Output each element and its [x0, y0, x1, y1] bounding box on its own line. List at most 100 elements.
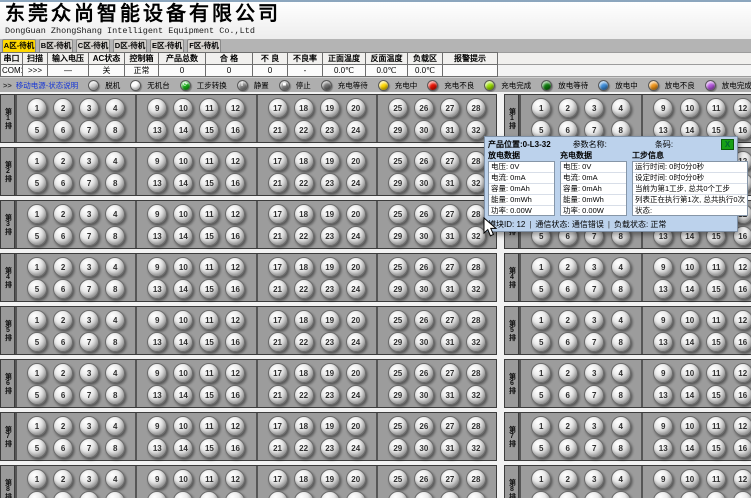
cell-circle[interactable]: 9: [147, 257, 167, 277]
cell-circle[interactable]: 5: [27, 332, 47, 352]
cell-circle[interactable]: 23: [320, 173, 340, 193]
cell-circle[interactable]: 30: [414, 279, 434, 299]
cell-circle[interactable]: 15: [199, 332, 219, 352]
cell-circle[interactable]: 31: [440, 491, 460, 498]
cell-circle[interactable]: 24: [346, 226, 366, 246]
cell-circle[interactable]: 20: [346, 363, 366, 383]
cell-circle[interactable]: 7: [584, 332, 604, 352]
cell-circle[interactable]: 31: [440, 385, 460, 405]
cell-circle[interactable]: 6: [53, 173, 73, 193]
cell-circle[interactable]: 5: [531, 491, 551, 498]
cell-circle[interactable]: 25: [388, 151, 408, 171]
cell-circle[interactable]: 21: [268, 438, 288, 458]
cell-circle[interactable]: 5: [531, 438, 551, 458]
cell-circle[interactable]: 12: [733, 416, 751, 436]
cell-circle[interactable]: 15: [199, 120, 219, 140]
cell-circle[interactable]: 21: [268, 120, 288, 140]
cell-circle[interactable]: 30: [414, 438, 434, 458]
cell-circle[interactable]: 15: [199, 385, 219, 405]
cell-circle[interactable]: 3: [79, 98, 99, 118]
cell-circle[interactable]: 19: [320, 151, 340, 171]
cell-circle[interactable]: 3: [584, 469, 604, 489]
cell-circle[interactable]: 16: [225, 332, 245, 352]
cell-circle[interactable]: 18: [294, 98, 314, 118]
cell-circle[interactable]: 2: [53, 151, 73, 171]
cell-circle[interactable]: 29: [388, 120, 408, 140]
cell-circle[interactable]: 10: [680, 257, 700, 277]
cell-circle[interactable]: 5: [27, 226, 47, 246]
cell-circle[interactable]: 16: [733, 438, 751, 458]
cell-circle[interactable]: 8: [611, 279, 631, 299]
cell-circle[interactable]: 16: [225, 120, 245, 140]
cell-circle[interactable]: 11: [706, 469, 726, 489]
cell-circle[interactable]: 16: [733, 279, 751, 299]
cell-circle[interactable]: 1: [531, 98, 551, 118]
tab-zone-B[interactable]: B区-待机: [39, 39, 73, 52]
cell-circle[interactable]: 18: [294, 151, 314, 171]
cell-circle[interactable]: 6: [558, 332, 578, 352]
cell-circle[interactable]: 12: [733, 363, 751, 383]
cell-circle[interactable]: 7: [79, 173, 99, 193]
cell-circle[interactable]: 32: [466, 491, 486, 498]
cell-circle[interactable]: 25: [388, 310, 408, 330]
cell-circle[interactable]: 7: [79, 438, 99, 458]
cell-circle[interactable]: 8: [611, 438, 631, 458]
cell-circle[interactable]: 13: [653, 438, 673, 458]
cell-circle[interactable]: 29: [388, 332, 408, 352]
cell-circle[interactable]: 22: [294, 120, 314, 140]
cell-circle[interactable]: 29: [388, 279, 408, 299]
cell-circle[interactable]: 17: [268, 469, 288, 489]
cell-circle[interactable]: 32: [466, 385, 486, 405]
cell-circle[interactable]: 28: [466, 151, 486, 171]
cell-circle[interactable]: 15: [199, 491, 219, 498]
cell-circle[interactable]: 10: [680, 469, 700, 489]
cell-circle[interactable]: 1: [27, 469, 47, 489]
cell-circle[interactable]: 10: [680, 363, 700, 383]
tab-zone-F[interactable]: F区-待机: [187, 39, 221, 52]
cell-circle[interactable]: 12: [733, 469, 751, 489]
cell-circle[interactable]: 16: [225, 385, 245, 405]
cell-circle[interactable]: 22: [294, 226, 314, 246]
cell-circle[interactable]: 5: [27, 385, 47, 405]
cell-circle[interactable]: 4: [105, 257, 125, 277]
cell-circle[interactable]: 9: [653, 363, 673, 383]
cell-circle[interactable]: 16: [225, 226, 245, 246]
cell-circle[interactable]: 12: [225, 416, 245, 436]
cell-circle[interactable]: 26: [414, 151, 434, 171]
cell-circle[interactable]: 14: [173, 226, 193, 246]
cell-circle[interactable]: 10: [173, 98, 193, 118]
cell-circle[interactable]: 16: [225, 279, 245, 299]
cell-circle[interactable]: 10: [680, 416, 700, 436]
cell-circle[interactable]: 13: [653, 385, 673, 405]
cell-circle[interactable]: 13: [147, 385, 167, 405]
cell-circle[interactable]: 2: [53, 98, 73, 118]
cell-circle[interactable]: 19: [320, 257, 340, 277]
cell-circle[interactable]: 32: [466, 279, 486, 299]
cell-circle[interactable]: 17: [268, 151, 288, 171]
cell-circle[interactable]: 27: [440, 416, 460, 436]
cell-circle[interactable]: 8: [105, 226, 125, 246]
cell-circle[interactable]: 25: [388, 363, 408, 383]
cell-circle[interactable]: 9: [653, 310, 673, 330]
cell-circle[interactable]: 29: [388, 491, 408, 498]
cell-circle[interactable]: 7: [584, 279, 604, 299]
cell-circle[interactable]: 14: [680, 438, 700, 458]
cell-circle[interactable]: 7: [79, 332, 99, 352]
cell-circle[interactable]: 3: [79, 204, 99, 224]
cell-circle[interactable]: 9: [147, 98, 167, 118]
cell-circle[interactable]: 11: [706, 257, 726, 277]
cell-circle[interactable]: 25: [388, 469, 408, 489]
cell-circle[interactable]: 8: [105, 279, 125, 299]
cell-circle[interactable]: 8: [105, 491, 125, 498]
cell-circle[interactable]: 12: [225, 363, 245, 383]
cell-circle[interactable]: 12: [225, 310, 245, 330]
cell-circle[interactable]: 31: [440, 173, 460, 193]
cell-circle[interactable]: 16: [733, 491, 751, 498]
cell-circle[interactable]: 1: [27, 98, 47, 118]
cell-circle[interactable]: 20: [346, 416, 366, 436]
cell-circle[interactable]: 2: [558, 416, 578, 436]
cell-circle[interactable]: 30: [414, 491, 434, 498]
cell-circle[interactable]: 1: [27, 257, 47, 277]
cell-circle[interactable]: 27: [440, 257, 460, 277]
cell-circle[interactable]: 14: [680, 491, 700, 498]
